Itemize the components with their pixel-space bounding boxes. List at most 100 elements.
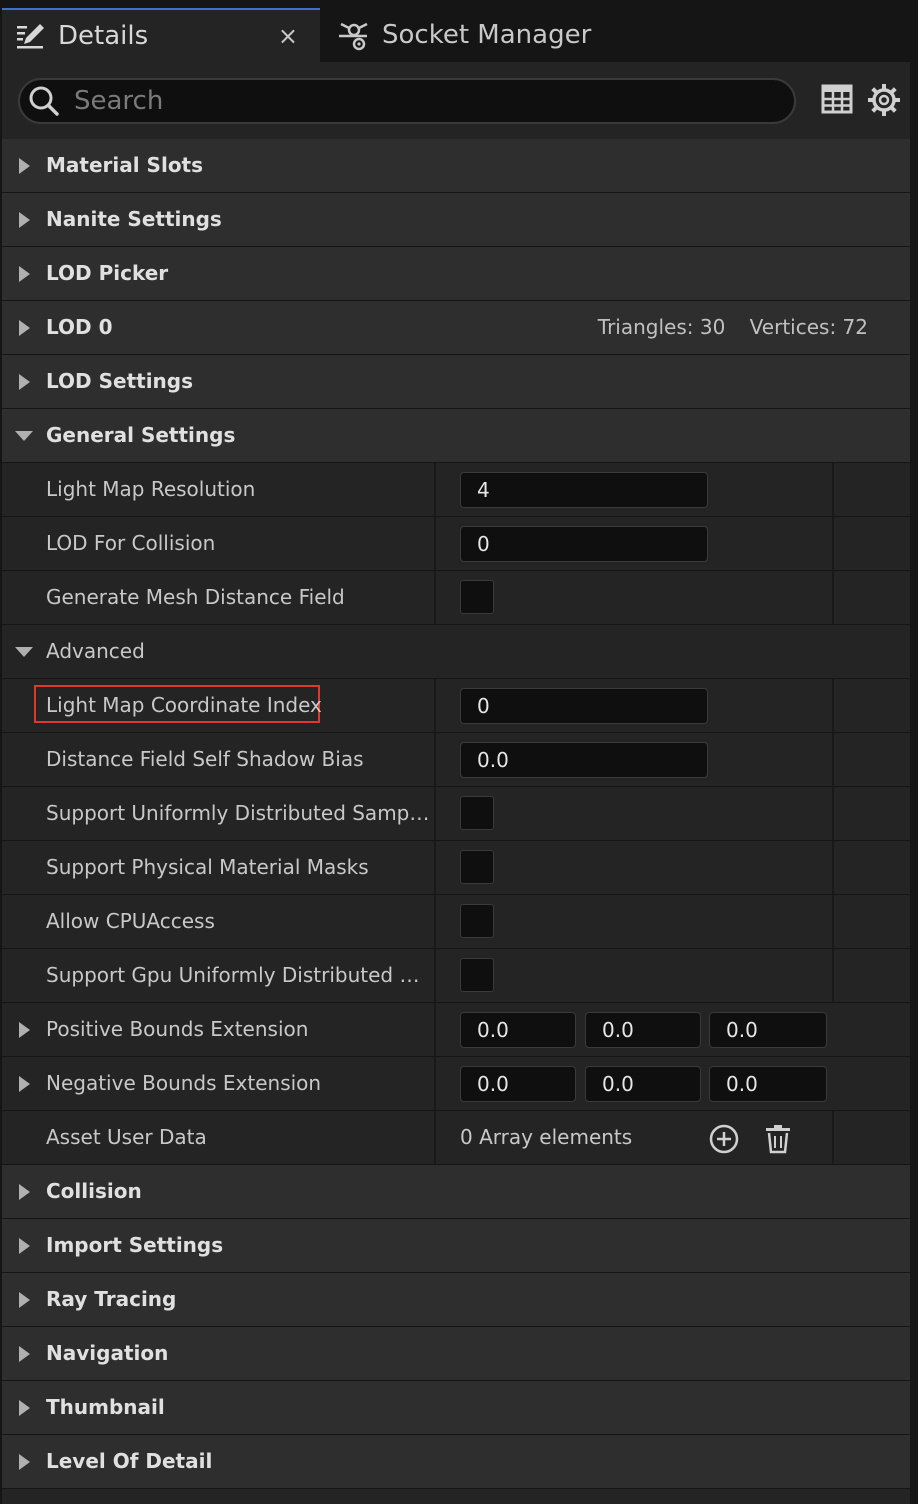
- search-icon: [28, 85, 60, 117]
- category-collision[interactable]: Collision: [2, 1165, 910, 1219]
- column-divider: [434, 895, 436, 948]
- column-divider: [434, 949, 436, 1002]
- positive-bounds-y-input[interactable]: 0.0: [585, 1012, 701, 1048]
- collapse-arrow-icon: [15, 431, 33, 441]
- prop-support-physical-material-masks: Support Physical Material Masks: [2, 841, 910, 895]
- tab-bar: Details × Socket Manager: [0, 0, 918, 62]
- category-label: LOD 0: [46, 315, 113, 339]
- expand-arrow-icon: [19, 158, 30, 174]
- prop-label: Support Uniformly Distributed Sampling: [46, 801, 432, 825]
- allow-cpu-access-checkbox[interactable]: [460, 904, 494, 938]
- category-label: Nanite Settings: [46, 207, 222, 231]
- search-row: [2, 62, 910, 138]
- category-label: Thumbnail: [46, 1395, 165, 1419]
- negative-bounds-x-input[interactable]: 0.0: [460, 1066, 576, 1102]
- category-label: Level Of Detail: [46, 1449, 213, 1473]
- settings-gear-icon[interactable]: [866, 82, 902, 118]
- prop-light-map-resolution: Light Map Resolution 4: [2, 463, 910, 517]
- light-map-resolution-input[interactable]: 4: [460, 472, 708, 508]
- category-label: General Settings: [46, 423, 236, 447]
- column-divider: [832, 949, 834, 1002]
- column-divider: [434, 1057, 436, 1110]
- column-divider: [434, 1111, 436, 1164]
- generate-mesh-distance-field-checkbox[interactable]: [460, 580, 494, 614]
- column-divider: [832, 463, 834, 516]
- column-divider: [434, 733, 436, 786]
- tab-details[interactable]: Details ×: [2, 8, 320, 62]
- support-gpu-uniformly-distributed-sampling-checkbox[interactable]: [460, 958, 494, 992]
- lod-stats: Triangles: 30 Vertices: 72: [580, 301, 868, 354]
- collapse-arrow-icon: [15, 647, 33, 657]
- array-elements-count: 0 Array elements: [460, 1125, 633, 1149]
- category-material-slots[interactable]: Material Slots: [2, 139, 910, 193]
- expand-arrow-icon: [19, 212, 30, 228]
- column-divider: [832, 571, 834, 624]
- expand-arrow-icon: [19, 1238, 30, 1254]
- expand-arrow-icon: [19, 1454, 30, 1470]
- distance-field-self-shadow-bias-input[interactable]: 0.0: [460, 742, 708, 778]
- category-general-settings[interactable]: General Settings: [2, 409, 910, 463]
- category-label: Collision: [46, 1179, 142, 1203]
- support-uniformly-distributed-sampling-checkbox[interactable]: [460, 796, 494, 830]
- support-physical-material-masks-checkbox[interactable]: [460, 850, 494, 884]
- prop-distance-field-self-shadow-bias: Distance Field Self Shadow Bias 0.0: [2, 733, 910, 787]
- category-import-settings[interactable]: Import Settings: [2, 1219, 910, 1273]
- close-tab-icon[interactable]: ×: [278, 22, 298, 50]
- expand-arrow-icon: [19, 1346, 30, 1362]
- prop-label: Allow CPUAccess: [46, 909, 215, 933]
- negative-bounds-y-input[interactable]: 0.0: [585, 1066, 701, 1102]
- category-label: LOD Picker: [46, 261, 169, 285]
- search-input[interactable]: [72, 85, 756, 117]
- prop-label: Support Gpu Uniformly Distributed Sam...: [46, 963, 432, 987]
- positive-bounds-z-input[interactable]: 0.0: [709, 1012, 827, 1048]
- prop-light-map-coordinate-index: Light Map Coordinate Index 0: [2, 679, 910, 733]
- negative-bounds-z-input[interactable]: 0.0: [709, 1066, 827, 1102]
- expand-arrow-icon: [19, 374, 30, 390]
- column-divider: [434, 841, 436, 894]
- prop-support-uniformly-distributed-sampling: Support Uniformly Distributed Sampling: [2, 787, 910, 841]
- delete-trash-icon[interactable]: [762, 1123, 794, 1155]
- property-matrix-icon[interactable]: [820, 82, 856, 118]
- expand-arrow-icon: [19, 1076, 30, 1092]
- prop-label: Light Map Coordinate Index: [46, 693, 322, 717]
- lod-for-collision-input[interactable]: 0: [460, 526, 708, 562]
- add-element-icon[interactable]: [708, 1123, 740, 1155]
- column-divider: [434, 1003, 436, 1056]
- category-navigation[interactable]: Navigation: [2, 1327, 910, 1381]
- tab-socket-manager-label: Socket Manager: [382, 20, 592, 50]
- column-divider: [434, 787, 436, 840]
- tab-socket-manager[interactable]: Socket Manager: [330, 8, 630, 62]
- category-nanite-settings[interactable]: Nanite Settings: [2, 193, 910, 247]
- prop-support-gpu-uniformly-distributed-sampling: Support Gpu Uniformly Distributed Sam...: [2, 949, 910, 1003]
- column-divider: [434, 679, 436, 732]
- category-label: LOD Settings: [46, 369, 194, 393]
- expand-arrow-icon: [19, 1184, 30, 1200]
- expand-arrow-icon: [19, 1022, 30, 1038]
- category-lod-picker[interactable]: LOD Picker: [2, 247, 910, 301]
- category-label: Material Slots: [46, 153, 204, 177]
- column-divider: [832, 895, 834, 948]
- prop-negative-bounds-extension[interactable]: Negative Bounds Extension 0.0 0.0 0.0: [2, 1057, 910, 1111]
- details-pencil-icon: [12, 18, 48, 54]
- tab-details-label: Details: [58, 21, 149, 51]
- prop-label: Asset User Data: [46, 1125, 207, 1149]
- column-divider: [832, 841, 834, 894]
- category-lod-settings[interactable]: LOD Settings: [2, 355, 910, 409]
- category-label: Import Settings: [46, 1233, 224, 1257]
- light-map-coordinate-index-input[interactable]: 0: [460, 688, 708, 724]
- column-divider: [832, 517, 834, 570]
- group-advanced[interactable]: Advanced: [2, 625, 910, 679]
- category-thumbnail[interactable]: Thumbnail: [2, 1381, 910, 1435]
- expand-arrow-icon: [19, 1292, 30, 1308]
- category-ray-tracing[interactable]: Ray Tracing: [2, 1273, 910, 1327]
- expand-arrow-icon: [19, 1400, 30, 1416]
- category-level-of-detail[interactable]: Level Of Detail: [2, 1435, 910, 1489]
- category-lod-0[interactable]: LOD 0 Triangles: 30 Vertices: 72: [2, 301, 910, 355]
- prop-positive-bounds-extension[interactable]: Positive Bounds Extension 0.0 0.0 0.0: [2, 1003, 910, 1057]
- search-box[interactable]: [18, 78, 796, 124]
- column-divider: [832, 787, 834, 840]
- triangles-count: Triangles: 30: [597, 315, 726, 339]
- positive-bounds-x-input[interactable]: 0.0: [460, 1012, 576, 1048]
- prop-generate-mesh-distance-field: Generate Mesh Distance Field: [2, 571, 910, 625]
- prop-label: LOD For Collision: [46, 531, 216, 555]
